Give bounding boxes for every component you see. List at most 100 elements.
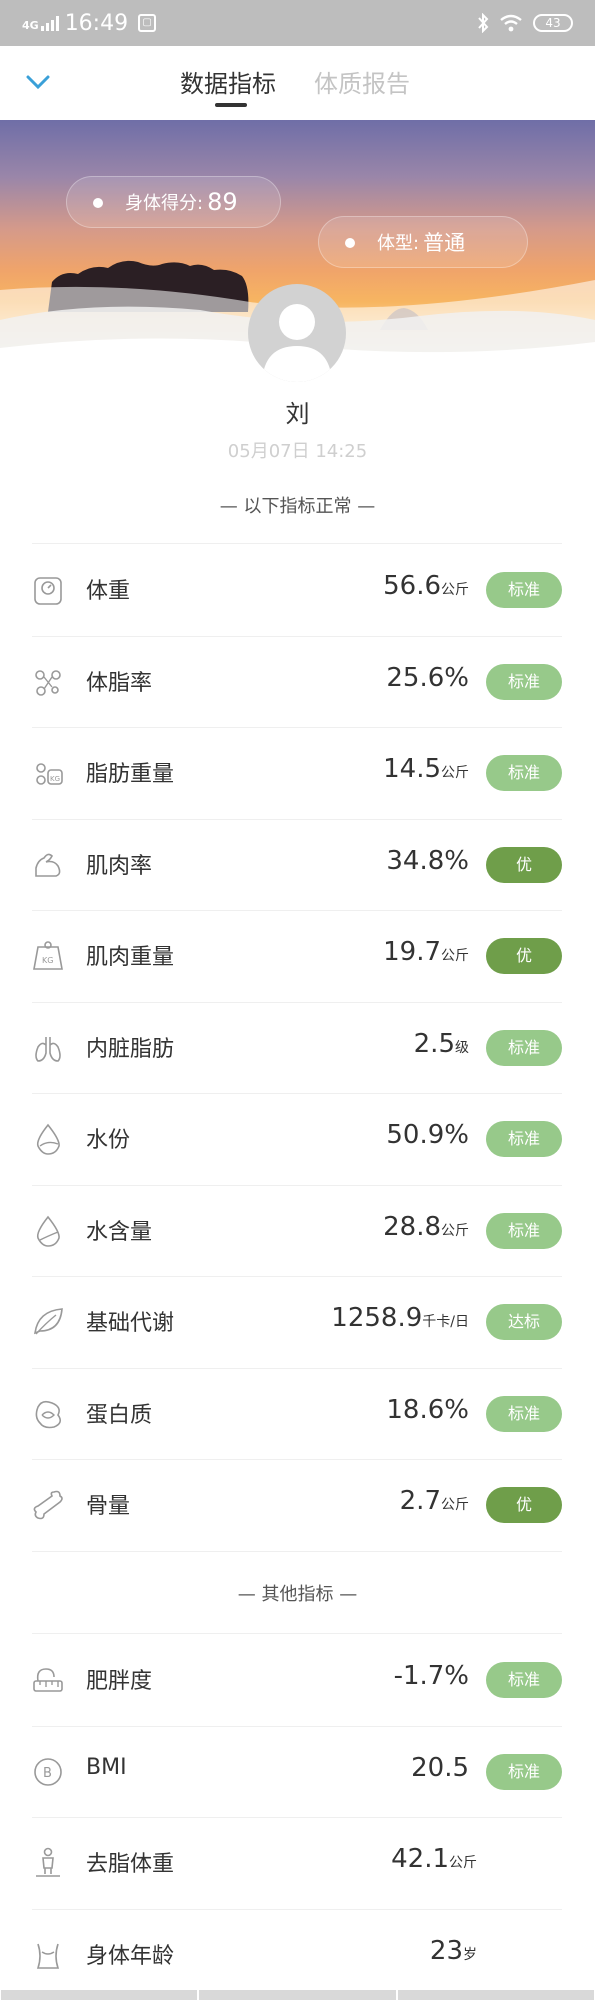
water-content-icon xyxy=(36,1215,60,1247)
bone-icon xyxy=(33,1490,63,1520)
metric-label: 水含量 xyxy=(86,1219,153,1245)
metric-value: 1258.9千卡/日 xyxy=(331,1303,469,1333)
metric-value: 25.6% xyxy=(386,663,469,693)
fat-molecule-icon xyxy=(35,669,61,696)
status-badge: 标准 xyxy=(486,1029,562,1066)
sim-icon: ▢ xyxy=(138,14,157,32)
water-drop-icon xyxy=(36,1123,60,1155)
status-badge: 标准 xyxy=(486,663,562,700)
metric-row[interactable]: 身体年龄 23岁 xyxy=(0,1909,595,2000)
metric-label: 蛋白质 xyxy=(86,1402,153,1428)
metric-number: -1.7% xyxy=(393,1661,469,1691)
muscle-weight-icon: KG xyxy=(33,941,63,970)
body-type-value: 普通 xyxy=(423,231,466,255)
signal-icon: 4G xyxy=(22,15,59,31)
metric-row[interactable]: 内脏脂肪 2.5级 标准 xyxy=(0,1002,595,1093)
battery-level: 43 xyxy=(545,16,561,30)
metric-label: 脂肪重量 xyxy=(86,762,175,787)
body-score-pill: 身体得分: 89 xyxy=(66,176,281,228)
avatar[interactable] xyxy=(248,284,346,382)
person-scale-icon xyxy=(36,1847,60,1877)
status-time: 16:49 xyxy=(64,10,129,36)
metric-value: 50.9% xyxy=(386,1120,469,1150)
status-badge: 标准 xyxy=(486,755,562,791)
metric-unit: 公斤 xyxy=(441,1222,469,1239)
metric-value: 2.5级 xyxy=(414,1029,469,1059)
protein-icon xyxy=(35,1400,62,1428)
metric-label: 肌肉率 xyxy=(86,853,153,879)
body-type-label: 体型: xyxy=(377,233,420,254)
row-divider xyxy=(32,1550,562,1552)
status-badge: 优 xyxy=(486,938,562,974)
metric-number: 2.7 xyxy=(399,1486,441,1516)
svg-text:KG: KG xyxy=(50,775,60,783)
status-badge: 优 xyxy=(486,846,562,883)
metric-label: 肌肉重量 xyxy=(86,945,175,970)
metric-row[interactable]: 基础代谢 1258.9千卡/日 达标 xyxy=(0,1276,595,1367)
metric-value: 34.8% xyxy=(386,846,469,876)
metric-value: -1.7% xyxy=(394,1661,469,1691)
lungs-icon xyxy=(35,1036,61,1062)
status-badge: 标准 xyxy=(486,572,562,608)
metric-row[interactable]: KG 肌肉重量 19.7公斤优 xyxy=(0,910,595,1001)
leaf-icon xyxy=(34,1308,63,1335)
status-badge: 标准 xyxy=(486,1753,562,1790)
body-age-icon xyxy=(36,1943,60,1969)
metric-number: 50.9% xyxy=(386,1120,469,1150)
battery-icon: 43 xyxy=(533,14,573,32)
metric-label: 水份 xyxy=(86,1128,131,1153)
user-silhouette-icon xyxy=(262,304,332,382)
metric-row[interactable]: KG 脂肪重量 14.5公斤 标准 xyxy=(0,727,595,818)
metric-number: 34.8% xyxy=(386,845,469,876)
metric-value: 19.7公斤 xyxy=(383,937,469,967)
metric-value: 14.5公斤 xyxy=(383,754,469,784)
metric-label: 体重 xyxy=(86,579,131,604)
metric-unit: 级 xyxy=(455,1039,469,1056)
body-type-pill: 体型: 普通 xyxy=(318,216,528,268)
svg-text:B: B xyxy=(43,1766,52,1781)
measurement-timestamp: 05月07日 14:25 xyxy=(227,441,368,462)
metric-value: 28.8公斤 xyxy=(383,1212,469,1242)
metric-label: 骨量 xyxy=(86,1494,131,1519)
metric-row[interactable]: 骨量 2.7公斤优 xyxy=(0,1459,595,1550)
metric-unit: 公斤 xyxy=(441,948,469,964)
metric-row[interactable]: 体重 56.6公斤 标准 xyxy=(0,544,595,635)
metric-number: 20.5 xyxy=(411,1752,469,1783)
metric-row[interactable]: 水含量 28.8公斤 标准 xyxy=(0,1185,595,1276)
metric-number: 14.5 xyxy=(383,754,441,784)
body-score-value: 89 xyxy=(207,188,238,216)
body-score-label: 身体得分: xyxy=(125,193,204,214)
bottom-scroll-indicator xyxy=(0,1990,595,2000)
status-badge: 标准 xyxy=(486,1212,562,1249)
metric-row[interactable]: 去脂体重 42.1公斤 xyxy=(0,1817,595,1908)
metric-number: 28.8 xyxy=(383,1211,441,1242)
body-fat-ruler-icon xyxy=(33,1668,63,1692)
metric-row[interactable]: 水份 50.9% 标准 xyxy=(0,1093,595,1184)
wifi-icon xyxy=(500,14,522,32)
status-badge: 标准 xyxy=(486,1395,562,1432)
metric-row[interactable]: 肌肉率 34.8% 优 xyxy=(0,819,595,910)
metric-value: 18.6% xyxy=(386,1395,469,1425)
status-badge: 达标 xyxy=(486,1304,562,1340)
scale-icon xyxy=(34,577,62,605)
metric-row[interactable]: 肥胖度 -1.7% 标准 xyxy=(0,1634,595,1725)
metric-unit: 公斤 xyxy=(449,1855,477,1871)
tab-data-metrics[interactable]: 数据指标 xyxy=(180,64,276,99)
metric-number: 1258.9 xyxy=(331,1303,423,1333)
bluetooth-icon xyxy=(478,13,489,33)
metric-row[interactable]: B BMI 20.5 标准 xyxy=(0,1726,595,1817)
metric-value: 23岁 xyxy=(430,1936,477,1966)
section-title-other: — 其他指标 — xyxy=(237,1584,358,1605)
tab-body-report[interactable]: 体质报告 xyxy=(314,64,410,99)
chevron-down-icon[interactable] xyxy=(26,74,50,90)
metric-value: 2.7公斤 xyxy=(400,1486,469,1516)
metric-value: 56.6公斤 xyxy=(383,571,469,601)
metric-row[interactable]: 体脂率 25.6% 标准 xyxy=(0,636,595,727)
metric-row[interactable]: 蛋白质 18.6% 标准 xyxy=(0,1368,595,1459)
metric-label: BMI xyxy=(86,1754,127,1780)
section-title-normal: — 以下指标正常 — xyxy=(219,496,376,517)
metric-unit: 公斤 xyxy=(441,1497,469,1513)
metric-number: 19.7 xyxy=(383,937,441,967)
metric-number: 2.5 xyxy=(413,1028,455,1059)
status-badge: 标准 xyxy=(486,1662,562,1698)
